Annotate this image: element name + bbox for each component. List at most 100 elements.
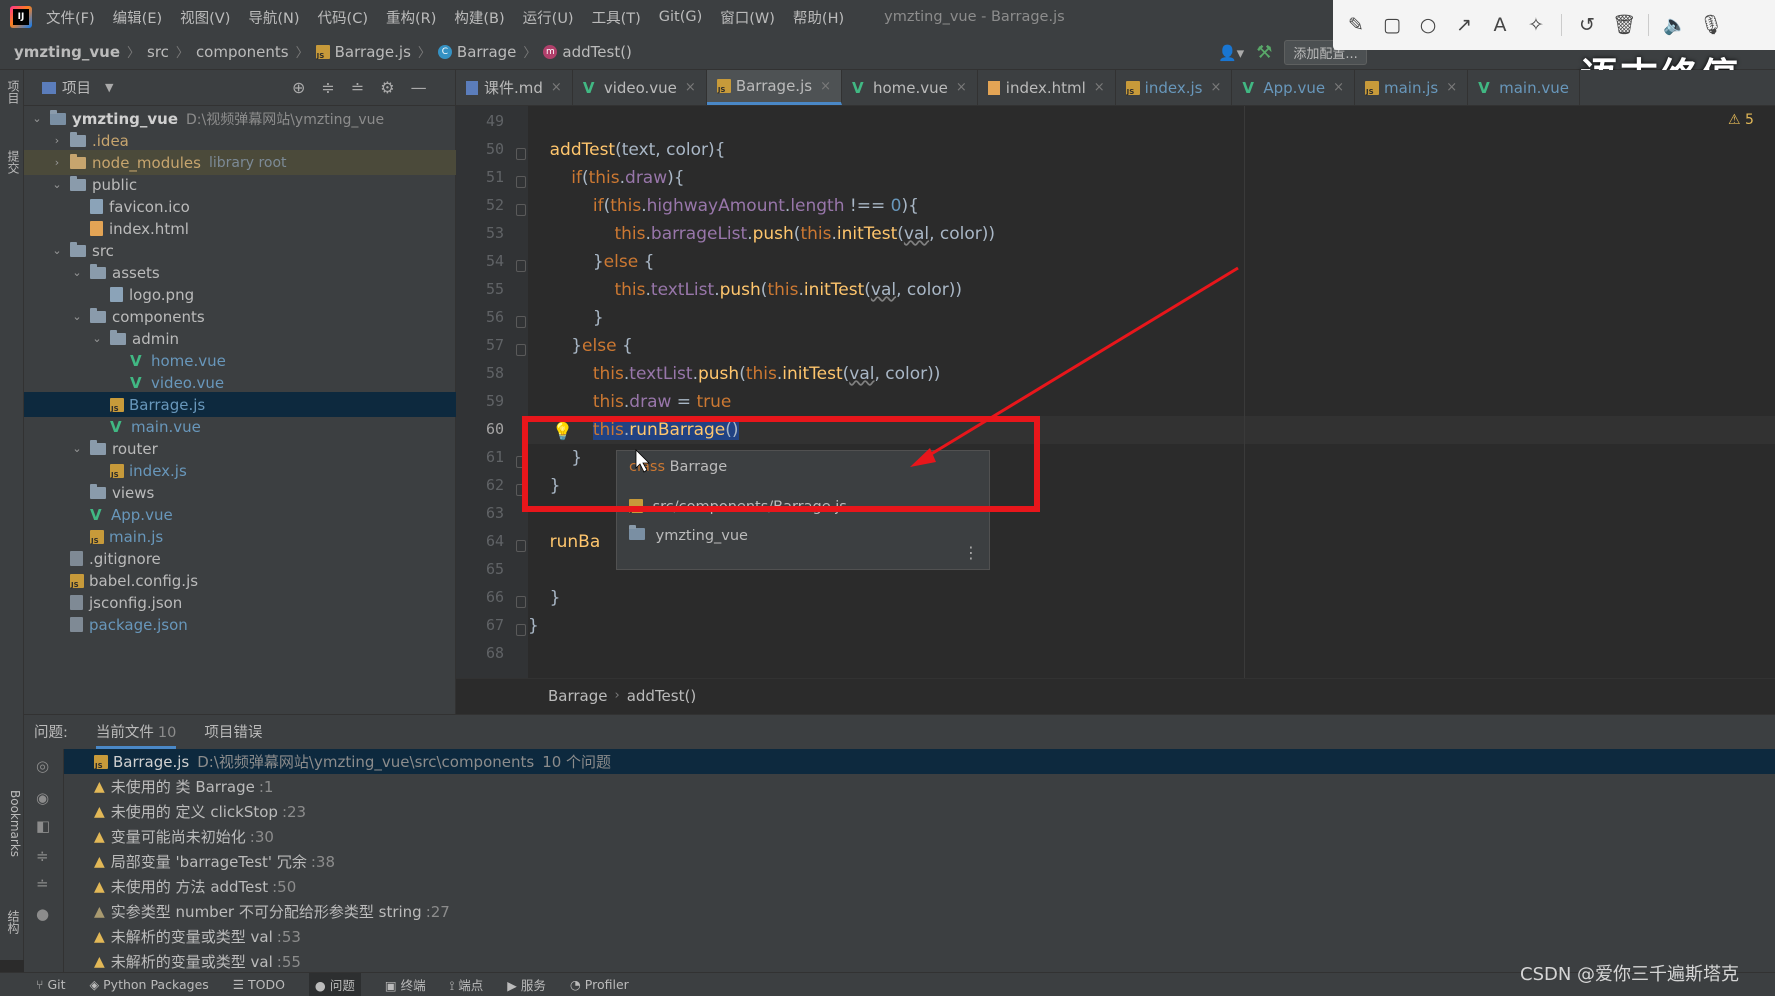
chevron-down-icon[interactable]: ⌄: [50, 244, 64, 257]
problem-item[interactable]: ▲ 未使用的 类 Barrage:1: [94, 774, 273, 799]
breadcrumb-class[interactable]: Barrage: [457, 43, 517, 61]
problem-item[interactable]: ▲ 未解析的变量或类型 val:55: [94, 949, 301, 974]
problem-item[interactable]: ▲ 未解析的变量或类型 val:53: [94, 924, 301, 949]
lightbulb-icon[interactable]: ●: [36, 905, 49, 923]
chevron-down-icon[interactable]: ⌄: [70, 442, 84, 455]
menu-view[interactable]: 视图(V): [180, 7, 230, 28]
breadcrumb-project[interactable]: ymzting_vue: [14, 43, 120, 61]
chevron-down-icon[interactable]: ⌄: [70, 310, 84, 323]
trash-icon[interactable]: 🗑: [1612, 14, 1636, 36]
chevron-down-icon[interactable]: ⌄: [90, 332, 104, 345]
structure-tool-tab[interactable]: 结构: [2, 910, 22, 934]
tool-endpoints[interactable]: ⟟ 端点: [450, 975, 484, 994]
menu-file[interactable]: 文件(F): [46, 7, 95, 28]
fold-marker-icon[interactable]: [516, 316, 526, 328]
menu-code[interactable]: 代码(C): [318, 7, 368, 28]
tool-problems[interactable]: ● 问题: [308, 973, 361, 996]
breadcrumb-src[interactable]: src: [147, 43, 169, 61]
fold-marker-icon[interactable]: [516, 260, 526, 272]
locate-icon[interactable]: ⊕: [292, 78, 305, 97]
breadcrumb-file[interactable]: Barrage.js: [335, 43, 411, 61]
undo-icon[interactable]: ↺: [1576, 14, 1598, 36]
tab-index-js[interactable]: index.js ×: [1116, 70, 1233, 105]
circle-icon[interactable]: ○: [1417, 14, 1439, 36]
fold-marker-icon[interactable]: [516, 596, 526, 608]
gear-icon[interactable]: ⚙: [380, 78, 394, 97]
chevron-right-icon[interactable]: ›: [50, 134, 64, 147]
preview-icon[interactable]: ◧: [36, 817, 50, 835]
menu-build[interactable]: 构建(B): [454, 7, 504, 28]
close-icon[interactable]: ×: [820, 79, 831, 94]
magic-wand-icon[interactable]: ✧: [1525, 14, 1547, 36]
hammer-icon[interactable]: ⚒: [1256, 42, 1272, 63]
problem-item[interactable]: ▲ 未使用的 方法 addTest:50: [94, 874, 296, 899]
bookmarks-tool-tab[interactable]: Bookmarks: [2, 790, 22, 857]
project-panel-title[interactable]: 项目: [62, 77, 91, 98]
menu-window[interactable]: 窗口(W): [720, 7, 775, 28]
tab-barrage-js[interactable]: Barrage.js ×: [706, 70, 842, 105]
fold-marker-icon[interactable]: [516, 148, 526, 160]
refresh-icon[interactable]: ◎: [36, 757, 49, 775]
problem-item[interactable]: ▲ 未使用的 定义 clickStop:23: [94, 799, 306, 824]
problem-item[interactable]: ▲ 局部变量 'barrageTest' 冗余:38: [94, 849, 335, 874]
tool-todo[interactable]: ☰ TODO: [233, 977, 285, 992]
fold-marker-icon[interactable]: [516, 176, 526, 188]
text-icon[interactable]: A: [1489, 14, 1511, 36]
collapse-all-icon[interactable]: ≐: [36, 875, 49, 893]
tab-index-html[interactable]: index.html ×: [978, 70, 1116, 105]
chevron-down-icon[interactable]: ⌄: [30, 112, 44, 125]
chevron-down-icon[interactable]: ⌄: [70, 266, 84, 279]
tab-main-js[interactable]: main.js ×: [1355, 70, 1469, 105]
code-editor[interactable]: addTest(text, color){ if(this.draw){ if(…: [528, 106, 1775, 678]
tree-item-package-json[interactable]: package.json: [24, 612, 456, 637]
chevron-right-icon[interactable]: ›: [50, 156, 64, 169]
close-icon[interactable]: ×: [551, 80, 562, 95]
menu-navigate[interactable]: 导航(N): [248, 7, 299, 28]
project-tool-tab[interactable]: 项目: [2, 80, 22, 104]
tool-services[interactable]: ▶ 服务: [507, 975, 546, 994]
tab-home-vue[interactable]: V home.vue ×: [842, 70, 978, 105]
tool-terminal[interactable]: ▣ 终端: [385, 975, 426, 994]
rectangle-icon[interactable]: ▢: [1381, 14, 1403, 36]
tab-video-vue[interactable]: V video.vue ×: [573, 70, 707, 105]
warning-counter[interactable]: ⚠ 5: [1728, 112, 1754, 128]
tab-app-vue[interactable]: V App.vue ×: [1232, 70, 1355, 105]
microphone-icon[interactable]: 🎙: [1699, 14, 1723, 36]
problems-file-row[interactable]: Barrage.js D:\视频弹幕网站\ymzting_vue\src\com…: [64, 749, 1775, 774]
eye-icon[interactable]: ◉: [36, 789, 49, 807]
fold-marker-icon[interactable]: [516, 204, 526, 216]
close-icon[interactable]: ×: [1333, 80, 1344, 95]
menu-git[interactable]: Git(G): [659, 9, 703, 25]
minimize-icon[interactable]: —: [411, 78, 427, 97]
more-vertical-icon[interactable]: ⋮: [963, 543, 979, 562]
menu-tools[interactable]: 工具(T): [592, 7, 641, 28]
menu-edit[interactable]: 编辑(E): [113, 7, 162, 28]
fold-marker-icon[interactable]: [516, 540, 526, 552]
fold-marker-icon[interactable]: [516, 624, 526, 636]
expand-all-icon[interactable]: ≑: [36, 847, 49, 865]
arrow-icon[interactable]: ↗: [1453, 14, 1475, 36]
breadcrumb-method[interactable]: addTest(): [562, 43, 631, 61]
tab-main-vue[interactable]: V main.vue: [1468, 70, 1580, 105]
problem-item[interactable]: ▲ 变量可能尚未初始化:30: [94, 824, 274, 849]
tab-project-errors[interactable]: 项目错误: [204, 721, 262, 742]
breadcrumb-components[interactable]: components: [196, 43, 289, 61]
chevron-down-icon[interactable]: ▼: [105, 81, 113, 94]
menu-refactor[interactable]: 重构(R): [386, 7, 436, 28]
tool-git[interactable]: ⑂ Git: [36, 977, 66, 992]
fold-marker-icon[interactable]: [516, 344, 526, 356]
breadcrumb-method[interactable]: addTest(): [627, 687, 696, 705]
close-icon[interactable]: ×: [956, 80, 967, 95]
menu-run[interactable]: 运行(U): [523, 7, 574, 28]
close-icon[interactable]: ×: [1446, 80, 1457, 95]
close-icon[interactable]: ×: [1094, 80, 1105, 95]
expand-all-icon[interactable]: ≑: [321, 78, 334, 97]
collapse-all-icon[interactable]: ≐: [351, 78, 364, 97]
tool-profiler[interactable]: ◔ Profiler: [570, 977, 629, 992]
problem-item[interactable]: ▲ 实参类型 number 不可分配给形参类型 string:27: [94, 899, 450, 924]
chevron-down-icon[interactable]: ⌄: [50, 178, 64, 191]
breadcrumb-class[interactable]: Barrage: [548, 687, 608, 705]
user-icon[interactable]: 👤▾: [1218, 44, 1244, 62]
popup-project-row[interactable]: ymzting_vue: [629, 525, 748, 544]
tab-kejian-md[interactable]: 课件.md ×: [456, 70, 573, 105]
